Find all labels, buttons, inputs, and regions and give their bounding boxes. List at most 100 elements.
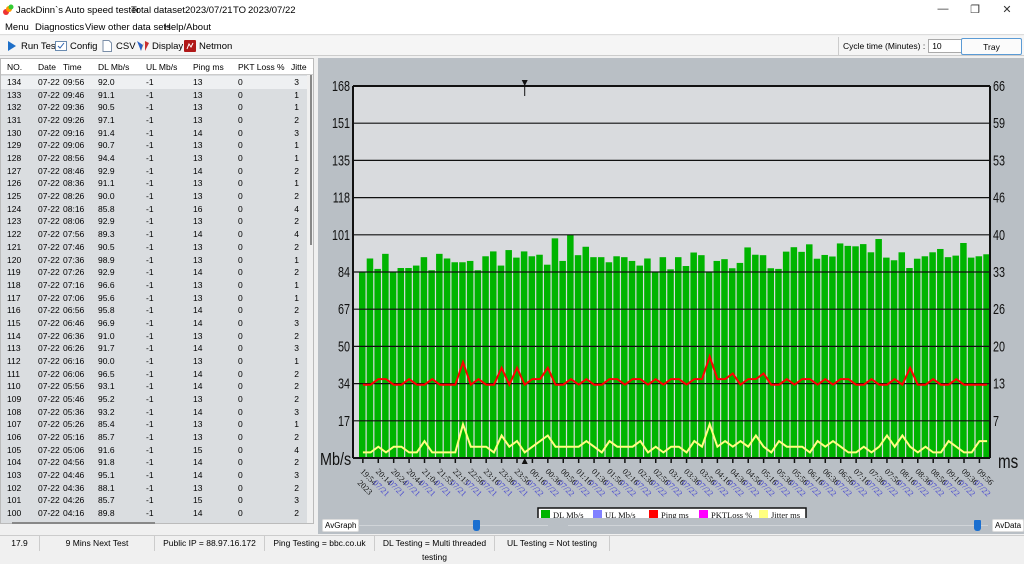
- dl-bar: [513, 257, 520, 458]
- avdata-slider-thumb[interactable]: [974, 520, 981, 531]
- menu-item-view-other-data-sets[interactable]: View other data sets: [85, 22, 171, 33]
- table-row[interactable]: 125 07-22 08:26 90.0 -1 13 0 2: [1, 190, 309, 203]
- table-row[interactable]: 132 07-22 09:36 90.5 -1 13 0 1: [1, 101, 309, 114]
- tray-button[interactable]: Tray: [961, 38, 1022, 55]
- table-row[interactable]: 118 07-22 07:16 96.6 -1 13 0 1: [1, 279, 309, 292]
- table-row[interactable]: 106 07-22 05:16 85.7 -1 13 0 2: [1, 431, 309, 444]
- table-cell: 07-22: [38, 406, 60, 417]
- table-row[interactable]: 105 07-22 05:06 91.6 -1 15 0 4: [1, 444, 309, 457]
- table-row[interactable]: 131 07-22 09:26 97.1 -1 13 0 2: [1, 114, 309, 127]
- menu-item-help-about[interactable]: Help/About: [164, 22, 211, 33]
- column-header[interactable]: UL Mb/s: [146, 62, 177, 72]
- close-button[interactable]: ✕: [992, 3, 1022, 17]
- table-cell: 90.5: [98, 241, 115, 252]
- dl-bar: [551, 238, 559, 458]
- table-row[interactable]: 119 07-22 07:26 92.9 -1 14 0 2: [1, 266, 309, 279]
- table-row[interactable]: 107 07-22 05:26 85.4 -1 13 0 1: [1, 418, 309, 431]
- table-cell: 0: [238, 470, 243, 481]
- table-row[interactable]: 109 07-22 05:46 95.2 -1 13 0 2: [1, 393, 309, 406]
- table-row[interactable]: 103 07-22 04:46 95.1 -1 14 0 3: [1, 469, 309, 482]
- legend-swatch: [649, 510, 658, 518]
- table-cell: 05:46: [63, 394, 85, 404]
- table-row[interactable]: 102 07-22 04:36 88.1 -1 13 0 2: [1, 482, 309, 495]
- table-cell: 93.2: [98, 406, 115, 417]
- table-row[interactable]: 133 07-22 09:46 91.1 -1 13 0 1: [1, 89, 309, 102]
- avgraph-slider-thumb[interactable]: [473, 520, 480, 531]
- avgraph-slider-track[interactable]: [358, 525, 548, 526]
- dl-bar: [829, 256, 836, 458]
- netmon-button[interactable]: Netmon: [184, 39, 232, 53]
- csv-button[interactable]: CSV: [101, 39, 136, 53]
- table-cell: -1: [146, 457, 154, 468]
- menu-item-diagnostics[interactable]: Diagnostics: [35, 22, 84, 33]
- avdata-button[interactable]: AvData: [992, 519, 1024, 532]
- table-cell: 119: [7, 267, 21, 278]
- table-row[interactable]: 115 07-22 06:46 96.9 -1 14 0 3: [1, 317, 309, 330]
- table-cell: 0: [238, 495, 243, 506]
- menu-item-menu[interactable]: Menu: [5, 22, 29, 33]
- table-row[interactable]: 122 07-22 07:56 89.3 -1 14 0 4: [1, 228, 309, 241]
- table-row[interactable]: 128 07-22 08:56 94.4 -1 13 0 1: [1, 152, 309, 165]
- table-row[interactable]: 124 07-22 08:16 85.8 -1 16 0 4: [1, 203, 309, 216]
- table-cell: 90.0: [98, 355, 115, 366]
- column-header[interactable]: Jitte: [291, 62, 307, 72]
- column-header[interactable]: Time: [63, 62, 82, 72]
- horizontal-scrollbar-thumb[interactable]: [12, 522, 155, 524]
- table-cell: 127: [7, 165, 22, 176]
- table-cell: 109: [7, 394, 22, 404]
- table-row[interactable]: 129 07-22 09:06 90.7 -1 13 0 1: [1, 139, 309, 152]
- table-row[interactable]: 110 07-22 05:56 93.1 -1 14 0 2: [1, 380, 309, 393]
- left-tick-label: 17: [338, 412, 350, 429]
- table-cell: 120: [7, 254, 22, 265]
- table-row[interactable]: 127 07-22 08:46 92.9 -1 14 0 2: [1, 165, 309, 178]
- table-cell: 07-22: [38, 241, 60, 252]
- avdata-slider-track[interactable]: [568, 525, 988, 526]
- table-cell: 07-22: [38, 127, 60, 138]
- table-cell: 115: [7, 317, 21, 328]
- table-row[interactable]: 117 07-22 07:06 95.6 -1 13 0 1: [1, 292, 309, 305]
- table-row[interactable]: 130 07-22 09:16 91.4 -1 14 0 3: [1, 127, 309, 140]
- table-row[interactable]: 101 07-22 04:26 85.7 -1 15 0 3: [1, 494, 309, 507]
- dl-bar: [883, 257, 890, 458]
- table-row[interactable]: 123 07-22 08:06 92.9 -1 13 0 2: [1, 215, 309, 228]
- table-cell: 07-22: [38, 470, 60, 481]
- table-cell: 4: [294, 444, 299, 455]
- dl-bar: [374, 268, 381, 458]
- table-row[interactable]: 108 07-22 05:36 93.2 -1 14 0 3: [1, 406, 309, 419]
- vertical-scrollbar-thumb[interactable]: [310, 75, 312, 245]
- avgraph-button[interactable]: AvGraph: [322, 519, 360, 532]
- table-row[interactable]: 104 07-22 04:56 91.8 -1 14 0 2: [1, 456, 309, 469]
- cycle-time-input[interactable]: [928, 39, 965, 53]
- column-header[interactable]: NO.: [7, 62, 22, 72]
- table-cell: 91.6: [98, 444, 115, 455]
- cycle-time-label: Cycle time (Minutes) :: [843, 41, 926, 51]
- table-cell: 0: [238, 381, 243, 392]
- table-row[interactable]: 121 07-22 07:46 90.5 -1 13 0 2: [1, 241, 309, 254]
- table-row[interactable]: 126 07-22 08:36 91.1 -1 13 0 1: [1, 177, 309, 190]
- display-button[interactable]: Display: [137, 39, 183, 53]
- table-cell: 13: [193, 115, 203, 126]
- table-row[interactable]: 120 07-22 07:36 98.9 -1 13 0 1: [1, 254, 309, 267]
- table-row[interactable]: 112 07-22 06:16 90.0 -1 13 0 1: [1, 355, 309, 368]
- table-cell: 13: [193, 216, 203, 227]
- column-header[interactable]: PKT Loss %: [238, 62, 285, 72]
- restore-button[interactable]: ❐: [960, 3, 990, 17]
- table-row[interactable]: 116 07-22 06:56 95.8 -1 14 0 2: [1, 304, 309, 317]
- column-header[interactable]: DL Mb/s: [98, 62, 129, 72]
- minimize-button[interactable]: —: [928, 3, 958, 17]
- run-test-button[interactable]: Run Test: [6, 39, 58, 53]
- column-header[interactable]: Date: [38, 62, 56, 72]
- config-button[interactable]: Config: [55, 39, 97, 53]
- column-header[interactable]: Ping ms: [193, 62, 224, 72]
- table-row[interactable]: 113 07-22 06:26 91.7 -1 14 0 3: [1, 342, 309, 355]
- table-row[interactable]: 114 07-22 06:36 91.0 -1 13 0 2: [1, 330, 309, 343]
- table-row[interactable]: 100 07-22 04:16 89.8 -1 14 0 2: [1, 507, 309, 520]
- status-public-ip: Public IP = 88.97.16.172: [155, 536, 265, 551]
- table-cell: 13: [193, 178, 203, 189]
- table-row[interactable]: 111 07-22 06:06 96.5 -1 14 0 2: [1, 368, 309, 381]
- legend-label: PKTLoss %: [711, 510, 752, 518]
- table-row[interactable]: 134 07-22 09:56 92.0 -1 13 0 3: [1, 76, 309, 89]
- right-tick-label: 26: [993, 300, 1005, 317]
- status-speed: 17.9: [0, 536, 40, 551]
- table-cell: 07-22: [38, 178, 60, 189]
